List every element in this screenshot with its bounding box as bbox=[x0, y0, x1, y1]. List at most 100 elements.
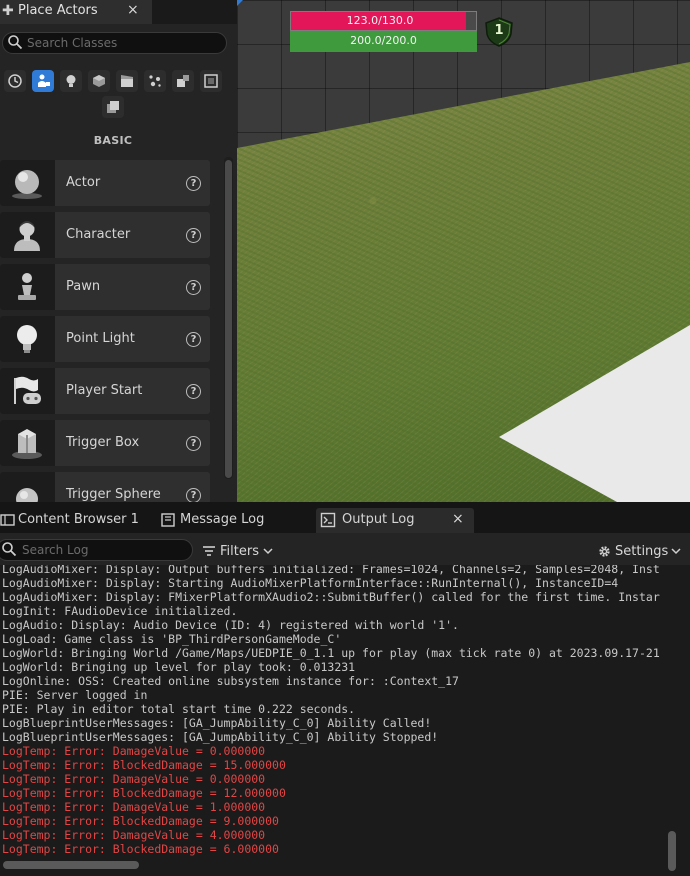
filter-icon bbox=[203, 546, 215, 556]
log-line-error: LogTemp: Error: DamageValue = 4.000000 bbox=[2, 828, 266, 842]
log-horizontal-scrollbar[interactable] bbox=[3, 861, 139, 869]
search-classes-input[interactable] bbox=[27, 34, 222, 52]
actor-item-label: Trigger Box bbox=[66, 435, 140, 450]
help-icon[interactable]: ? bbox=[186, 488, 201, 502]
actor-item-actor[interactable]: Actor ? bbox=[0, 160, 210, 206]
log-line: LogAudioMixer: Display: Output buffers i… bbox=[2, 565, 660, 576]
actor-item-trigger-box[interactable]: Trigger Box ? bbox=[0, 420, 210, 466]
actor-thumbnail bbox=[0, 420, 55, 466]
category-volumes-button[interactable] bbox=[200, 70, 222, 92]
log-line: LogBlueprintUserMessages: [GA_JumpAbilit… bbox=[2, 716, 432, 730]
actor-thumbnail bbox=[0, 160, 55, 206]
log-line: LogAudio: Display: Audio Device (ID: 4) … bbox=[2, 618, 459, 632]
player-start-icon bbox=[14, 376, 41, 404]
log-line-error: LogTemp: Error: BlockedDamage = 6.000000 bbox=[2, 842, 279, 856]
stamina-bar: 200.0/200.0 bbox=[290, 31, 477, 52]
help-icon[interactable]: ? bbox=[186, 384, 201, 399]
settings-label: Settings bbox=[615, 543, 669, 559]
category-shapes-button[interactable] bbox=[88, 70, 110, 92]
log-line-error: LogTemp: Error: DamageValue = 0.000000 bbox=[2, 772, 266, 786]
log-line: PIE: Play in editor total start time 0.2… bbox=[2, 702, 356, 716]
all-classes-icon bbox=[107, 101, 119, 113]
category-visual-effects-button[interactable] bbox=[144, 70, 166, 92]
actor-item-label: Actor bbox=[66, 175, 101, 190]
settings-button[interactable]: Settings bbox=[597, 541, 681, 561]
actor-thumbnail bbox=[0, 472, 55, 502]
close-icon[interactable]: × bbox=[127, 2, 139, 18]
recently-placed-icon bbox=[8, 74, 22, 88]
shapes-icon bbox=[93, 75, 105, 87]
tab-content-browser[interactable]: Content Browser 1 bbox=[0, 508, 150, 533]
log-line: LogWorld: Bringing World /Game/Maps/UEDP… bbox=[2, 646, 660, 660]
lights-icon bbox=[66, 75, 76, 87]
actor-thumbnail bbox=[0, 316, 55, 362]
actor-item-pawn[interactable]: Pawn ? bbox=[0, 264, 210, 310]
output-log-area[interactable]: LogAudioMixer: Display: Output buffers i… bbox=[0, 565, 690, 876]
category-cinematic-button[interactable] bbox=[116, 70, 138, 92]
log-line-error: LogTemp: Error: BlockedDamage = 15.00000… bbox=[2, 758, 286, 772]
actor-list-scrollbar-thumb[interactable] bbox=[225, 160, 232, 478]
help-icon[interactable]: ? bbox=[186, 436, 201, 451]
level-viewport[interactable]: 123.0/130.0 200.0/200.0 1 bbox=[237, 0, 690, 502]
bottom-panel: Content Browser 1 Message Log Output Log… bbox=[0, 502, 690, 876]
filters-label: Filters bbox=[220, 543, 259, 559]
pawn-icon bbox=[18, 273, 36, 300]
actor-thumbnail bbox=[0, 212, 55, 258]
actor-thumbnail bbox=[0, 264, 55, 310]
log-line-error: LogTemp: Error: BlockedDamage = 9.000000 bbox=[2, 814, 279, 828]
geometry-icon bbox=[177, 75, 189, 87]
actor-thumbnail bbox=[0, 368, 55, 414]
character-icon bbox=[14, 221, 40, 251]
message-log-icon bbox=[161, 513, 175, 527]
search-log-box[interactable] bbox=[0, 539, 193, 561]
chevron-down-icon bbox=[671, 548, 681, 555]
log-lines: LogAudioMixer: Display: Output buffers i… bbox=[2, 565, 668, 856]
category-all-classes-button[interactable] bbox=[102, 96, 124, 118]
actor-item-label: Trigger Sphere bbox=[66, 487, 161, 502]
actor-item-label: Pawn bbox=[66, 279, 101, 294]
log-line: LogLoad: Game class is 'BP_ThirdPersonGa… bbox=[2, 632, 342, 646]
trigger-box-icon bbox=[12, 429, 42, 459]
help-icon[interactable]: ? bbox=[186, 176, 201, 191]
trigger-sphere-icon bbox=[16, 488, 38, 502]
health-bar-text: 123.0/130.0 bbox=[346, 14, 414, 27]
help-icon[interactable]: ? bbox=[186, 332, 201, 347]
log-line: LogBlueprintUserMessages: [GA_JumpAbilit… bbox=[2, 730, 439, 744]
help-icon[interactable]: ? bbox=[186, 280, 201, 295]
log-vertical-scrollbar[interactable] bbox=[668, 831, 676, 871]
tab-output-log[interactable]: Output Log × bbox=[316, 508, 474, 533]
log-line: LogInit: FAudioDevice initialized. bbox=[2, 604, 238, 618]
log-line: PIE: Server logged in bbox=[2, 688, 148, 702]
log-line: LogOnline: OSS: Created online subsystem… bbox=[2, 674, 459, 688]
category-basic-button[interactable] bbox=[32, 70, 54, 92]
log-line: LogAudioMixer: Display: FMixerPlatformXA… bbox=[2, 590, 660, 604]
log-line-error: LogTemp: Error: DamageValue = 1.000000 bbox=[2, 800, 266, 814]
bottom-tabbar: Content Browser 1 Message Log Output Log… bbox=[0, 502, 690, 533]
category-geometry-button[interactable] bbox=[172, 70, 194, 92]
level-badge: 1 bbox=[483, 16, 515, 48]
output-log-toolbar: Filters Settings bbox=[0, 533, 690, 565]
category-recently-placed-button[interactable] bbox=[4, 70, 26, 92]
search-classes-box[interactable] bbox=[2, 32, 227, 54]
tab-place-actors-label: Place Actors bbox=[18, 3, 98, 18]
chevron-down-icon bbox=[263, 548, 273, 555]
actor-item-point-light[interactable]: Point Light ? bbox=[0, 316, 210, 362]
filters-button[interactable]: Filters bbox=[202, 541, 273, 561]
output-log-icon bbox=[320, 512, 336, 528]
help-icon[interactable]: ? bbox=[186, 228, 201, 243]
level-number: 1 bbox=[494, 23, 504, 38]
actor-item-character[interactable]: Character ? bbox=[0, 212, 210, 258]
stamina-bar-text: 200.0/200.0 bbox=[350, 34, 417, 47]
tab-place-actors[interactable]: ✚ Place Actors × bbox=[0, 0, 152, 24]
log-line: LogWorld: Bringing up level for play too… bbox=[2, 660, 356, 674]
close-icon[interactable]: × bbox=[452, 511, 464, 527]
actor-item-label: Player Start bbox=[66, 383, 143, 398]
category-lights-button[interactable] bbox=[60, 70, 82, 92]
actor-item-player-start[interactable]: Player Start ? bbox=[0, 368, 210, 414]
gear-icon bbox=[599, 545, 610, 557]
tab-message-log[interactable]: Message Log bbox=[158, 508, 308, 533]
search-log-input[interactable] bbox=[22, 541, 187, 559]
place-actors-icon: ✚ bbox=[2, 3, 14, 19]
log-line: LogAudioMixer: Display: Starting AudioMi… bbox=[2, 576, 619, 590]
actor-item-trigger-sphere[interactable]: Trigger Sphere ? bbox=[0, 472, 210, 502]
